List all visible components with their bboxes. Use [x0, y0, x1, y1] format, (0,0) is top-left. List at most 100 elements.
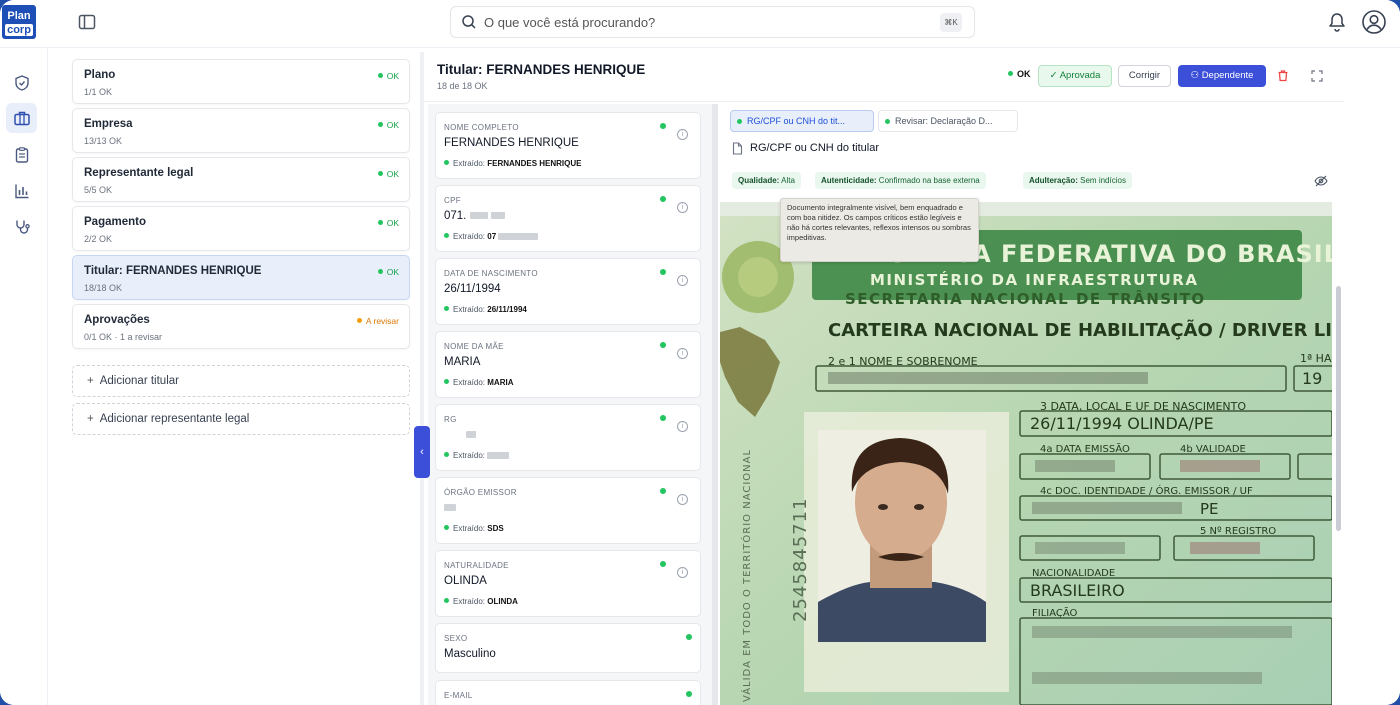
- search-placeholder: O que você está procurando?: [484, 15, 656, 30]
- field-label: NOME COMPLETO: [444, 123, 519, 132]
- section-title: Plano: [84, 69, 116, 81]
- license-first-hab-label: 1ª HA: [1300, 352, 1332, 365]
- field-value: [444, 429, 479, 441]
- detail-title: Titular: FERNANDES HENRIQUE: [437, 62, 646, 77]
- field-naturalidade[interactable]: NATURALIDADE OLINDA Extraído: OLINDA i: [435, 550, 701, 617]
- add-titular-button[interactable]: + Adicionar titular: [72, 365, 410, 397]
- fields-list: NOME COMPLETO FERNANDES HENRIQUE Extraíd…: [428, 104, 712, 705]
- status-badge: A revisar: [356, 316, 399, 326]
- section-card-representante-legal[interactable]: Representante legal 5/5 OK OK: [72, 157, 410, 202]
- nav-briefcase-icon[interactable]: [6, 103, 37, 133]
- field-orgao-emissor[interactable]: ÓRGÃO EMISSOR Extraído: SDS i: [435, 477, 701, 544]
- field-sexo[interactable]: SEXO Masculino: [435, 623, 701, 673]
- info-icon[interactable]: i: [677, 421, 688, 432]
- doc-tab-rg-cpf[interactable]: RG/CPF ou CNH do tit...: [730, 110, 874, 132]
- field-cpf[interactable]: CPF 071. Extraído: 07 i: [435, 185, 701, 252]
- field-value: 071.: [444, 210, 508, 222]
- license-doc-name: CARTEIRA NACIONAL DE HABILITAÇÃO / DRIVE…: [828, 318, 1332, 341]
- info-icon[interactable]: i: [677, 348, 688, 359]
- field-status-dot: [660, 123, 666, 129]
- license-ministry: MINISTÉRIO DA INFRAESTRUTURA: [870, 270, 1198, 289]
- detail-header: Titular: FERNANDES HENRIQUE 18 de 18 OK …: [424, 52, 1344, 102]
- status-badge: OK: [377, 267, 399, 277]
- logo-line1: Plan: [7, 10, 31, 22]
- photo-shirt: [818, 582, 986, 642]
- logo-line2: corp: [5, 24, 33, 36]
- section-subtitle: 1/1 OK: [84, 87, 113, 97]
- chevron-left-icon: ‹: [420, 446, 424, 458]
- correct-button[interactable]: Corrigir: [1118, 65, 1171, 87]
- expand-icon[interactable]: [1311, 69, 1323, 87]
- field-label: NOME DA MÃE: [444, 342, 504, 351]
- sidebar-toggle-icon[interactable]: [77, 12, 97, 32]
- document-icon: [732, 142, 743, 160]
- approved-button[interactable]: ✓ Aprovada: [1038, 65, 1112, 87]
- top-bar: Plan corp O que você está procurando? ⌘K: [0, 0, 1400, 48]
- field-label: ÓRGÃO EMISSOR: [444, 488, 517, 497]
- info-icon[interactable]: i: [677, 494, 688, 505]
- license-side-text: VÁLIDA EM TODO O TERRITÓRIO NACIONAL: [740, 449, 753, 702]
- panel-divider[interactable]: [420, 52, 424, 705]
- field-rg[interactable]: RG Extraído: i: [435, 404, 701, 471]
- license-side-number: 2545845711: [790, 497, 811, 622]
- document-pane: RG/CPF ou CNH do tit... Revisar: Declara…: [718, 104, 1344, 705]
- info-icon[interactable]: i: [677, 275, 688, 286]
- license-id-uf: PE: [1200, 500, 1219, 518]
- person-icon: ⚇: [1190, 70, 1202, 81]
- section-subtitle: 0/1 OK · 1 a revisar: [84, 332, 163, 342]
- nav-stethoscope-icon[interactable]: [6, 212, 37, 242]
- doc-tab-declaracao[interactable]: Revisar: Declaração D...: [878, 110, 1018, 132]
- trash-icon[interactable]: [1277, 69, 1289, 87]
- field-data-nascimento[interactable]: DATA DE NASCIMENTO 26/11/1994 Extraído: …: [435, 258, 701, 325]
- section-title: Titular: FERNANDES HENRIQUE: [84, 265, 262, 277]
- add-representante-button[interactable]: + Adicionar representante legal: [72, 403, 410, 435]
- field-extracted: Extraído:: [444, 451, 512, 460]
- right-margin: [1344, 48, 1400, 705]
- field-extracted: Extraído: 07: [444, 232, 541, 241]
- detail-subtitle: 18 de 18 OK: [437, 81, 488, 91]
- status-badge: OK: [377, 169, 399, 179]
- field-nome-completo[interactable]: NOME COMPLETO FERNANDES HENRIQUE Extraíd…: [435, 112, 701, 179]
- authenticity-chip: Autenticidade: Confirmado na base extern…: [815, 172, 986, 189]
- section-card-titular[interactable]: Titular: FERNANDES HENRIQUE 18/18 OK OK: [72, 255, 410, 300]
- sections-panel: Plano 1/1 OK OK Empresa 13/13 OK OK Repr…: [66, 52, 418, 705]
- info-icon[interactable]: i: [677, 567, 688, 578]
- field-nome-mae[interactable]: NOME DA MÃE MARIA Extraído: MARIA i: [435, 331, 701, 398]
- plus-icon: +: [87, 375, 94, 387]
- license-issue-label: 4a DATA EMISSÃO: [1040, 442, 1130, 455]
- field-status-dot: [660, 488, 666, 494]
- eye-off-icon[interactable]: [1314, 174, 1328, 192]
- collapse-panel-button[interactable]: ‹: [414, 426, 430, 478]
- field-status-dot: [660, 269, 666, 275]
- license-secretariat: SECRETARIA NACIONAL DE TRÂNSITO: [845, 289, 1206, 308]
- field-email[interactable]: E-MAIL: [435, 680, 701, 705]
- field-value: Masculino: [444, 648, 496, 660]
- info-icon[interactable]: i: [677, 129, 688, 140]
- dependent-button[interactable]: ⚇ Dependente: [1178, 65, 1266, 87]
- field-value: 26/11/1994: [444, 283, 501, 295]
- section-card-plano[interactable]: Plano 1/1 OK OK: [72, 59, 410, 104]
- field-label: DATA DE NASCIMENTO: [444, 269, 538, 278]
- nav-shield-icon[interactable]: [6, 68, 37, 98]
- section-card-aprovacoes[interactable]: Aprovações 0/1 OK · 1 a revisar A revisa…: [72, 304, 410, 349]
- bell-icon[interactable]: [1327, 11, 1347, 38]
- info-icon[interactable]: i: [677, 202, 688, 213]
- user-avatar-icon[interactable]: [1361, 9, 1387, 40]
- plancorp-logo[interactable]: Plan corp: [2, 5, 36, 39]
- section-card-pagamento[interactable]: Pagamento 2/2 OK OK: [72, 206, 410, 251]
- nav-clipboard-icon[interactable]: [6, 140, 37, 170]
- field-value: [444, 502, 459, 514]
- tampering-chip: Adulteração: Sem indícios: [1023, 172, 1132, 189]
- license-id-label: 4c DOC. IDENTIDADE / ÓRG. EMISSOR / UF: [1040, 484, 1253, 497]
- field-extracted: Extraído: 26/11/1994: [444, 305, 527, 314]
- document-scrollbar[interactable]: [1336, 286, 1341, 531]
- section-card-empresa[interactable]: Empresa 13/13 OK OK: [72, 108, 410, 153]
- field-value: MARIA: [444, 356, 481, 368]
- nav-chart-icon[interactable]: [6, 176, 37, 206]
- search-input[interactable]: O que você está procurando? ⌘K: [450, 6, 975, 38]
- field-label: SEXO: [444, 634, 468, 643]
- document-image: REPÚBLICA FEDERATIVA DO BRASIL MINISTÉRI…: [720, 202, 1332, 705]
- section-title: Representante legal: [84, 167, 194, 179]
- section-subtitle: 13/13 OK: [84, 136, 123, 146]
- field-label: NATURALIDADE: [444, 561, 509, 570]
